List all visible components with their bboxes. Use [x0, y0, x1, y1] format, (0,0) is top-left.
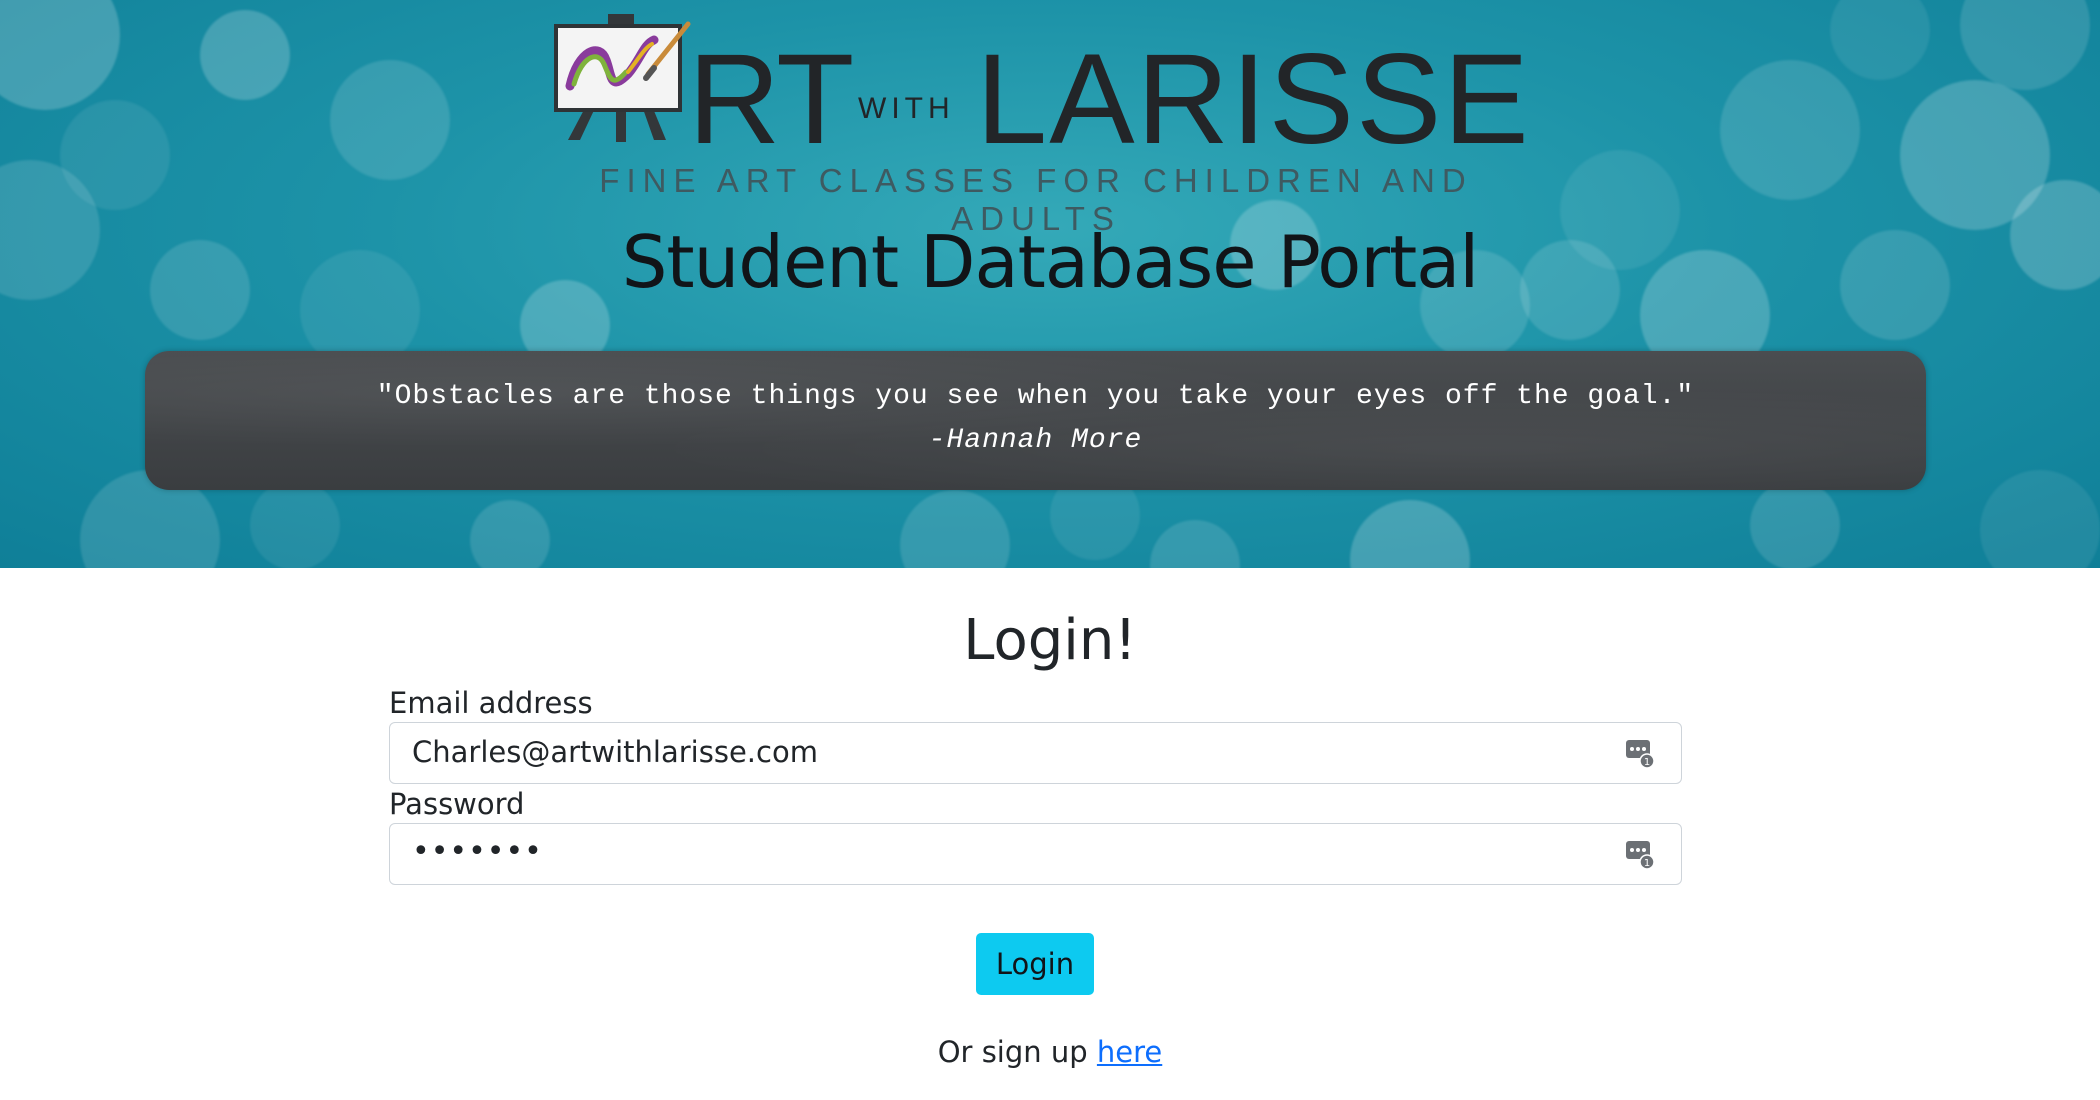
- quote-text: "Obstacles are those things you see when…: [376, 381, 1695, 412]
- quote-author: -Hannah More: [928, 425, 1143, 456]
- password-value: •••••••: [412, 834, 543, 869]
- login-heading: Login!: [963, 608, 1137, 673]
- password-manager-icon[interactable]: 1: [1625, 839, 1655, 869]
- password-label: Password: [389, 787, 525, 821]
- signup-prompt: Or sign up here: [0, 1035, 2100, 1069]
- signup-link[interactable]: here: [1097, 1035, 1162, 1069]
- svg-text:1: 1: [1644, 858, 1650, 869]
- brand-logo: RT WITH LARISSE FINE ART CLASSES FOR CHI…: [548, 14, 1529, 237]
- page-title: Student Database Portal: [621, 220, 1480, 304]
- login-button[interactable]: Login: [976, 933, 1094, 995]
- email-field[interactable]: Charles@artwithlarisse.com 1: [389, 722, 1682, 784]
- logo-text-with: WITH: [858, 92, 955, 125]
- logo-text-larisse: LARISSE: [976, 28, 1531, 171]
- logo-text-rt: RT: [688, 28, 854, 171]
- signup-prefix: Or sign up: [937, 1035, 1097, 1069]
- email-value: Charles@artwithlarisse.com: [412, 735, 818, 769]
- password-manager-icon[interactable]: 1: [1625, 738, 1655, 768]
- password-field[interactable]: ••••••• 1: [389, 823, 1682, 885]
- email-label: Email address: [389, 686, 593, 720]
- quote-box: "Obstacles are those things you see when…: [145, 351, 1926, 490]
- easel-icon: [554, 14, 691, 142]
- hero-banner: RT WITH LARISSE FINE ART CLASSES FOR CHI…: [0, 0, 2100, 568]
- svg-text:1: 1: [1644, 757, 1650, 768]
